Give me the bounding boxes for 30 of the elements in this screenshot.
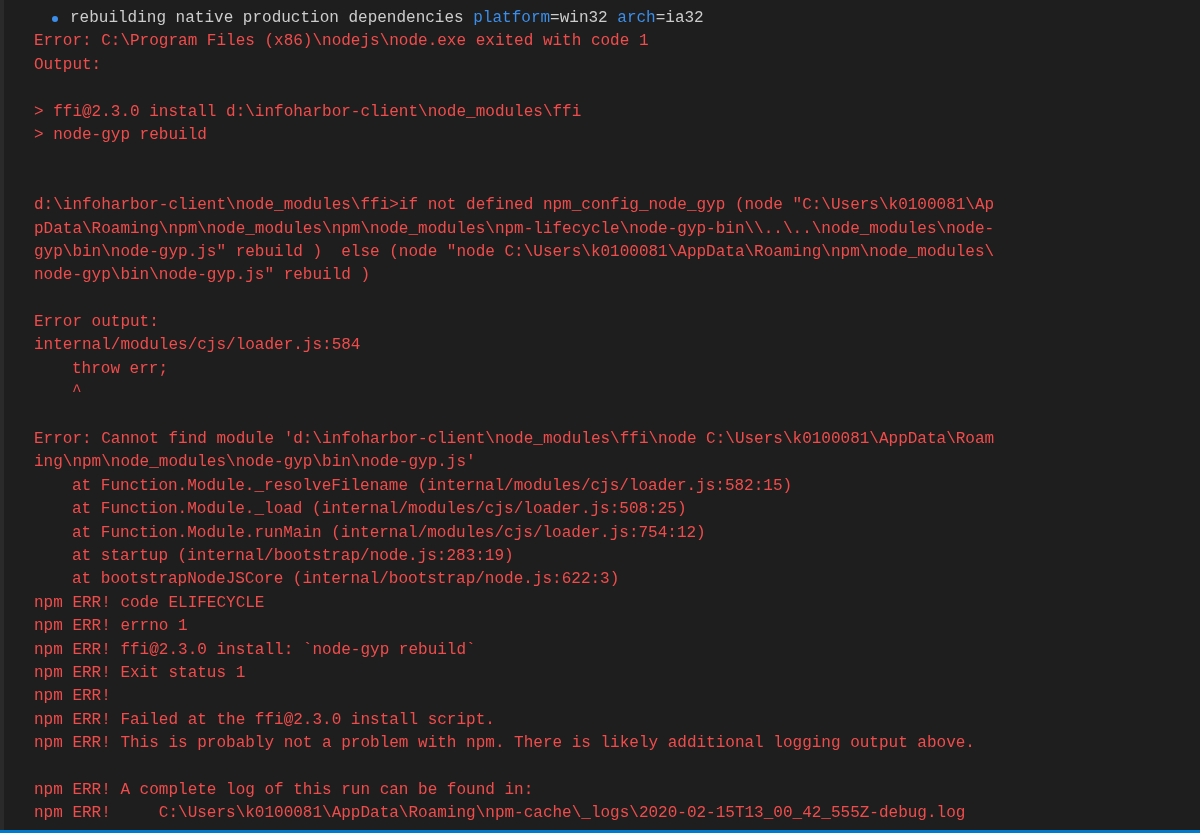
error-line: throw err;: [71, 359, 168, 378]
error-line: npm ERR! Exit status 1: [34, 663, 246, 682]
error-line: node-gyp\bin\node-gyp.js" rebuild ): [34, 266, 371, 285]
bullet-icon: [52, 15, 58, 22]
error-line: npm ERR! code ELIFECYCLE: [34, 593, 265, 612]
log-line: rebuilding native production dependencies platform=win32 arch=ia32: [70, 8, 704, 29]
error-line: internal/modules/cjs/loader.js:584: [34, 336, 361, 355]
error-line: at Function.Module._load (internal/modules/cjs/loader.js:508:25): [71, 500, 687, 519]
error-line: Error output:: [34, 313, 159, 332]
error-line: Error: Cannot find module 'd:\infoharbor-client\node_modules\ffi\node C:\Users\k0100081\AppData\Roam: [34, 430, 995, 449]
error-line: at Function.Module._resolveFilename (internal/modules/cjs/loader.js:582:15): [71, 476, 793, 495]
error-line: npm ERR! This is probably not a problem with npm. There is likely additional logging output above.: [34, 734, 975, 753]
error-line: pData\Roaming\npm\node_modules\npm\node_modules\npm-lifecycle\node-gyp-bin\\..\..\node_modules\node-: [34, 219, 995, 238]
error-line: > ffi@2.3.0 install d:\infoharbor-client\node_modules\ffi: [34, 102, 582, 121]
error-line: ing\npm\node_modules\node-gyp\bin\node-gyp.js': [34, 453, 476, 472]
error-line: npm ERR! errno 1: [34, 617, 188, 636]
error-line: Error: C:\Program Files (x86)\nodejs\node.exe exited with code 1: [34, 32, 649, 51]
error-line: gyp\bin\node-gyp.js" rebuild ) else (node "node C:\Users\k0100081\AppData\Roaming\npm\node_modules\: [34, 242, 995, 261]
error-line: Output:: [34, 55, 102, 74]
error-line: > node-gyp rebuild: [34, 125, 207, 144]
error-line: npm ERR! ffi@2.3.0 install: `node-gyp rebuild`: [34, 640, 476, 659]
error-line: npm ERR! C:\Users\k0100081\AppData\Roaming\npm-cache\_logs\2020-02-15T13_00_42_555Z-debug.log: [34, 804, 966, 823]
error-line: npm ERR!: [34, 687, 111, 706]
error-line: at Function.Module.runMain (internal/modules/cjs/loader.js:754:12): [71, 523, 706, 542]
error-line: npm ERR! Failed at the ffi@2.3.0 install script.: [34, 710, 495, 729]
error-line: at startup (internal/bootstrap/node.js:283:19): [71, 547, 514, 565]
error-line: d:\infoharbor-client\node_modules\ffi>if not defined npm_config_node_gyp (node "C:\Users\k0100081\Ap: [34, 196, 995, 215]
error-line: at bootstrapNodeJSCore (internal/bootstrap/node.js:622:3): [71, 570, 620, 589]
error-line: ^: [71, 383, 82, 402]
error-line: npm ERR! A complete log of this run can be found in:: [34, 780, 534, 799]
